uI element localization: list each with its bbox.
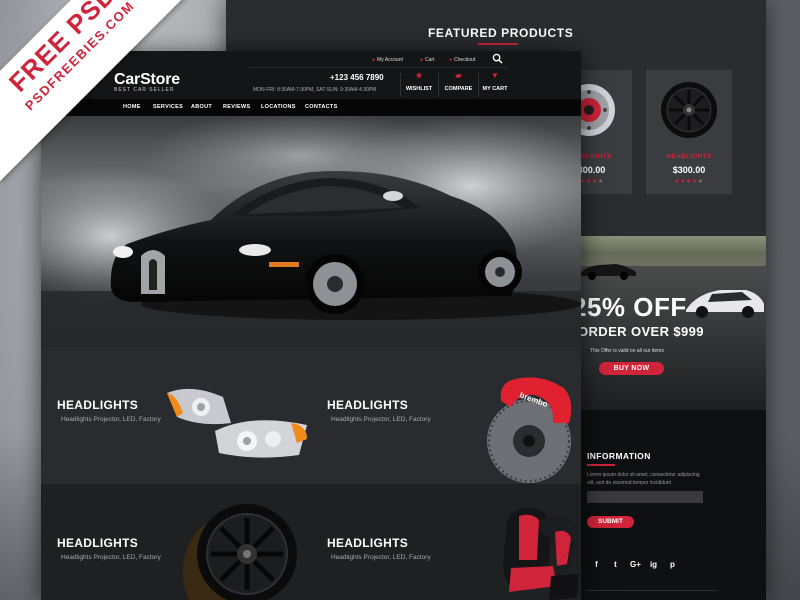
product-price: $300.00: [672, 165, 706, 175]
offer-title: 25% OFF: [578, 292, 687, 322]
hero-car-image: [41, 116, 581, 347]
social-links: f t G+ ig p: [592, 560, 677, 569]
header-separator: [438, 73, 439, 97]
car-icon: ▰: [455, 71, 462, 80]
tile-title[interactable]: HEADLIGHTS: [57, 398, 138, 412]
information-text: Lorem ipsum dolor sit amet, consectetur …: [587, 472, 700, 486]
nav-item-home[interactable]: HOME: [123, 99, 141, 116]
nav-item-locations[interactable]: LOCATIONS: [261, 99, 296, 116]
tile-title[interactable]: HEADLIGHTS: [327, 398, 408, 412]
tile-title[interactable]: HEADLIGHTS: [57, 536, 138, 550]
category-tile[interactable]: HEADLIGHTS Headlights Projector, LED, Fa…: [311, 484, 581, 600]
buy-now-button[interactable]: BUY NOW: [599, 362, 664, 375]
alloy-wheel-image: [183, 504, 297, 600]
featured-products-title: FEATURED PRODUCTS: [428, 26, 574, 40]
tile-subtitle: Headlights Projector, LED, Factory: [331, 554, 431, 561]
main-nav: HOME SERVICES ABOUT REVIEWS LOCATIONS CO…: [41, 99, 581, 116]
featured-title-underline: [478, 43, 518, 45]
cart-small-icon: ●: [420, 57, 424, 63]
cart-icon: ▼: [491, 71, 499, 80]
checkout-link[interactable]: ● Checkout: [449, 57, 475, 63]
race-car-image: [580, 264, 636, 280]
information-title: INFORMATION: [587, 451, 651, 461]
google-plus-icon[interactable]: G+: [630, 560, 641, 569]
my-account-link[interactable]: ● My Account: [372, 57, 403, 63]
footer: INFORMATION Lorem ipsum dolor sit amet, …: [578, 410, 766, 600]
newsletter-input[interactable]: [587, 491, 703, 503]
tile-subtitle: Headlights Projector, LED, Factory: [331, 416, 431, 423]
nav-item-reviews[interactable]: REVIEWS: [223, 99, 250, 116]
nav-item-contacts[interactable]: CONTACTS: [305, 99, 338, 116]
header-separator: [400, 73, 401, 97]
nav-item-about[interactable]: ABOUT: [191, 99, 212, 116]
nav-item-services[interactable]: SERVICES: [153, 99, 183, 116]
wishlist-button[interactable]: ★ WISHLIST: [404, 71, 434, 92]
star-icon: ★: [415, 71, 423, 80]
information-underline: [587, 464, 615, 466]
offer-banner: 25% OFF ORDER OVER $999 This Offer is va…: [578, 236, 766, 410]
offer-note: This Offer is valid on all our items: [590, 348, 664, 354]
product-card[interactable]: HEADLIGHTS $300.00 ★★★★★: [646, 70, 732, 194]
tile-title[interactable]: HEADLIGHTS: [327, 536, 408, 550]
brake-caliper-image: brembo: [487, 377, 572, 483]
submit-button[interactable]: SUBMIT: [587, 516, 634, 528]
category-tile[interactable]: HEADLIGHTS Headlights Projector, LED, Fa…: [41, 484, 311, 600]
site-tagline: BEST CAR SELLER: [114, 87, 175, 93]
category-tile[interactable]: HEADLIGHTS Headlights Projector, LED, Fa…: [311, 347, 581, 484]
phone-number: +123 456 7890: [330, 73, 384, 82]
product-rating: ★★★★★: [674, 179, 704, 185]
check-icon: ●: [449, 57, 453, 63]
footer-divider: [587, 590, 717, 591]
racing-seat-image: [503, 507, 579, 600]
offer-subtitle: ORDER OVER $999: [578, 324, 704, 339]
offer-background-sky: [578, 236, 766, 254]
search-icon[interactable]: [492, 53, 503, 64]
instagram-icon[interactable]: ig: [649, 560, 658, 569]
facebook-icon[interactable]: f: [592, 560, 601, 569]
pinterest-icon[interactable]: p: [668, 560, 677, 569]
front-page-mockup: CarStore BEST CAR SELLER ● My Account ● Ca…: [41, 51, 581, 600]
cart-link[interactable]: ● Cart: [420, 57, 434, 63]
product-name[interactable]: HEADLIGHTS: [646, 153, 732, 160]
tile-subtitle: Headlights Projector, LED, Factory: [61, 554, 161, 561]
hero-banner: [41, 116, 581, 347]
my-cart-button[interactable]: ▼ MY CART: [482, 71, 508, 92]
alloy-wheel-icon: [661, 82, 717, 138]
category-tile[interactable]: HEADLIGHTS Headlights Projector, LED, Fa…: [41, 347, 311, 484]
user-icon: ●: [372, 57, 376, 63]
compare-button[interactable]: ▰ COMPARE: [442, 71, 475, 92]
opening-hours: MON-FRI: 8:30AM-7:30PM, SAT-SUN: 9:30AM-…: [253, 87, 377, 93]
header-divider: [249, 67, 507, 68]
tile-subtitle: Headlights Projector, LED, Factory: [61, 416, 161, 423]
twitter-icon[interactable]: t: [611, 560, 620, 569]
header-separator: [478, 73, 479, 97]
headlights-image: [167, 388, 307, 458]
